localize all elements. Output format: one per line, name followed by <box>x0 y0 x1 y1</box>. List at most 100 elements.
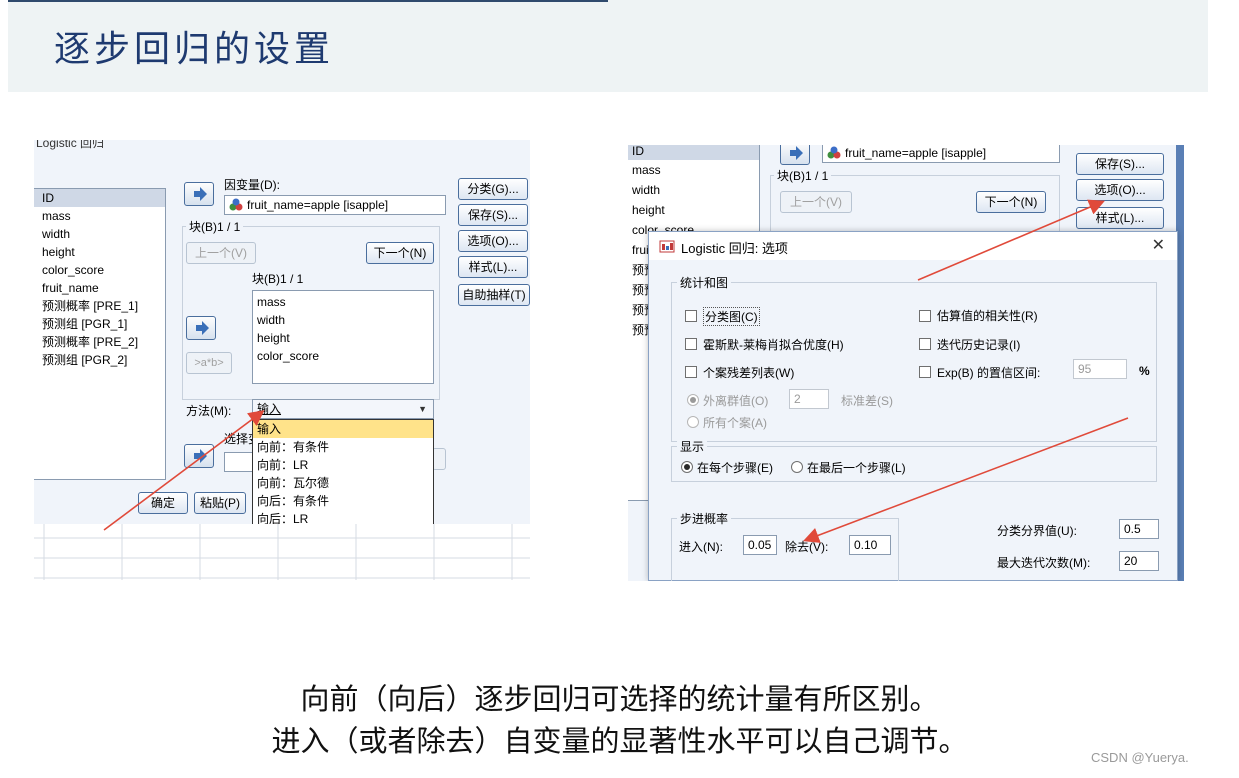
block-group-label: 块(B)1 / 1 <box>186 218 244 235</box>
max-iterations-label: 最大迭代次数(M): <box>997 556 1091 570</box>
iteration-history-label: 迭代历史记录(I) <box>937 338 1021 352</box>
list-item[interactable]: mass <box>253 293 433 311</box>
correlations-checkbox[interactable] <box>919 310 931 322</box>
next-block-button[interactable]: 下一个(N) <box>366 242 434 264</box>
bootstrap-button[interactable]: 自助抽样(T) <box>458 284 530 306</box>
caption-line-1: 向前（向后）逐步回归可选择的统计量有所区别。 <box>300 682 939 716</box>
style-button[interactable]: 样式(L)... <box>458 256 528 278</box>
app-icon <box>659 238 675 257</box>
ci-exp-checkbox[interactable] <box>919 366 931 378</box>
removal-label: 除去(V): <box>785 540 829 554</box>
selection-field[interactable] <box>224 452 254 472</box>
list-item: ID <box>628 145 759 160</box>
classification-plots-checkbox[interactable] <box>685 310 697 322</box>
slide-header: 逐步回归的设置 <box>8 0 1208 92</box>
classification-plots-label: 分类图(C) <box>703 307 760 326</box>
list-item[interactable]: 预测组 [PGR_1] <box>34 315 165 333</box>
covariates-label: 块(B)1 / 1 <box>252 272 304 286</box>
bg-next-button: 下一个(N) <box>976 191 1046 213</box>
grid-lines <box>34 524 530 580</box>
casewise-label: 个案残差列表(W) <box>703 366 795 380</box>
outliers-label: 外离群值(O) <box>703 394 769 408</box>
list-item[interactable]: fruit_name <box>34 279 165 297</box>
move-dependent-button[interactable] <box>184 182 214 206</box>
options-titlebar: Logistic 回归: 选项 ✕ <box>649 232 1177 260</box>
display-group-label: 显示 <box>677 438 708 455</box>
all-cases-radio[interactable] <box>687 416 699 428</box>
stats-group-label: 统计和图 <box>677 274 732 291</box>
each-step-radio[interactable] <box>681 461 693 473</box>
list-item[interactable]: width <box>34 225 165 243</box>
hosmer-checkbox[interactable] <box>685 338 697 350</box>
ci-unit-label: % <box>1139 364 1150 378</box>
entry-field[interactable]: 0.05 <box>743 535 777 555</box>
previous-block-button[interactable]: 上一个(V) <box>186 242 256 264</box>
logistic-regression-dialog: Logistic 回归 ID mass width height color_score… <box>34 140 530 580</box>
dropdown-option[interactable]: 向前：有条件 <box>253 438 433 456</box>
data-grid-background <box>34 524 530 580</box>
list-item[interactable]: 预测概率 [PRE_2] <box>34 333 165 351</box>
list-item[interactable]: height <box>253 329 433 347</box>
list-item[interactable]: width <box>253 311 433 329</box>
outliers-radio[interactable] <box>687 394 699 406</box>
bg-options-button: 选项(O)... <box>1076 179 1164 201</box>
list-item[interactable]: 预测组 [PGR_2] <box>34 351 165 369</box>
cutoff-label: 分类分界值(U): <box>997 524 1077 538</box>
std-dev-label: 标准差(S) <box>841 394 893 408</box>
list-item[interactable]: color_score <box>253 347 433 365</box>
ci-exp-label: Exp(B) 的置信区间: <box>937 366 1041 380</box>
list-item[interactable]: 预测概率 [PRE_1] <box>34 297 165 315</box>
save-button[interactable]: 保存(S)... <box>458 204 528 226</box>
list-item[interactable]: ID <box>34 189 165 207</box>
ci-value-field[interactable]: 95 <box>1073 359 1127 379</box>
covariates-list[interactable]: mass width height color_score <box>252 290 434 384</box>
interaction-button[interactable]: >a*b> <box>186 352 232 374</box>
bg-style-button: 样式(L)... <box>1076 207 1164 229</box>
dependent-field[interactable]: fruit_name=apple [isapple] <box>224 195 446 215</box>
removal-field[interactable]: 0.10 <box>849 535 891 555</box>
chevron-down-icon: ▼ <box>418 404 427 414</box>
cutoff-field[interactable]: 0.5 <box>1119 519 1159 539</box>
method-select[interactable]: 输入 ▼ <box>252 399 434 419</box>
bg-move-dependent-button <box>780 145 810 165</box>
entry-label: 进入(N): <box>679 540 723 554</box>
outlier-value-field[interactable]: 2 <box>789 389 829 409</box>
list-item: height <box>632 203 665 217</box>
ok-button[interactable]: 确定 <box>138 492 188 514</box>
last-step-radio[interactable] <box>791 461 803 473</box>
dialog-title: Logistic 回归 <box>36 140 105 150</box>
right-arrow-icon <box>194 187 207 201</box>
last-step-label: 在最后一个步骤(L) <box>807 461 906 475</box>
move-covariate-button[interactable] <box>186 316 216 340</box>
method-label: 方法(M): <box>186 404 232 418</box>
casewise-checkbox[interactable] <box>685 366 697 378</box>
dropdown-option[interactable]: 输入 <box>253 420 433 438</box>
right-arrow-icon <box>194 449 207 463</box>
watermark: CSDN @Yuerya. <box>1091 750 1189 765</box>
list-item: width <box>632 183 661 197</box>
caption-line-2: 进入（或者除去）自变量的显著性水平可以自己调节。 <box>271 724 968 758</box>
bg-dependent-field: fruit_name=apple [isapple] <box>822 145 1060 163</box>
nominal-variable-icon <box>229 198 243 214</box>
correlations-label: 估算值的相关性(R) <box>937 309 1038 323</box>
options-title: Logistic 回归: 选项 <box>681 241 788 256</box>
rule-button[interactable] <box>432 448 446 470</box>
variable-list[interactable]: ID mass width height color_score fruit_name 预测… <box>34 188 166 480</box>
list-item[interactable]: height <box>34 243 165 261</box>
stepwise-group-label: 步进概率 <box>677 510 732 527</box>
dropdown-option[interactable]: 向前：瓦尔德 <box>253 474 433 492</box>
options-button[interactable]: 选项(O)... <box>458 230 528 252</box>
categorical-button[interactable]: 分类(G)... <box>458 178 528 200</box>
list-item: mass <box>632 163 661 177</box>
slide-title: 逐步回归的设置 <box>54 29 335 70</box>
paste-button[interactable]: 粘贴(P) <box>194 492 246 514</box>
move-selection-button[interactable] <box>184 444 214 468</box>
max-iterations-field[interactable]: 20 <box>1119 551 1159 571</box>
list-item[interactable]: color_score <box>34 261 165 279</box>
dropdown-option[interactable]: 向后：有条件 <box>253 492 433 510</box>
dropdown-option[interactable]: 向前：LR <box>253 456 433 474</box>
iteration-history-checkbox[interactable] <box>919 338 931 350</box>
list-item[interactable]: mass <box>34 207 165 225</box>
close-icon[interactable]: ✕ <box>1152 235 1165 255</box>
nominal-variable-icon <box>827 146 841 162</box>
